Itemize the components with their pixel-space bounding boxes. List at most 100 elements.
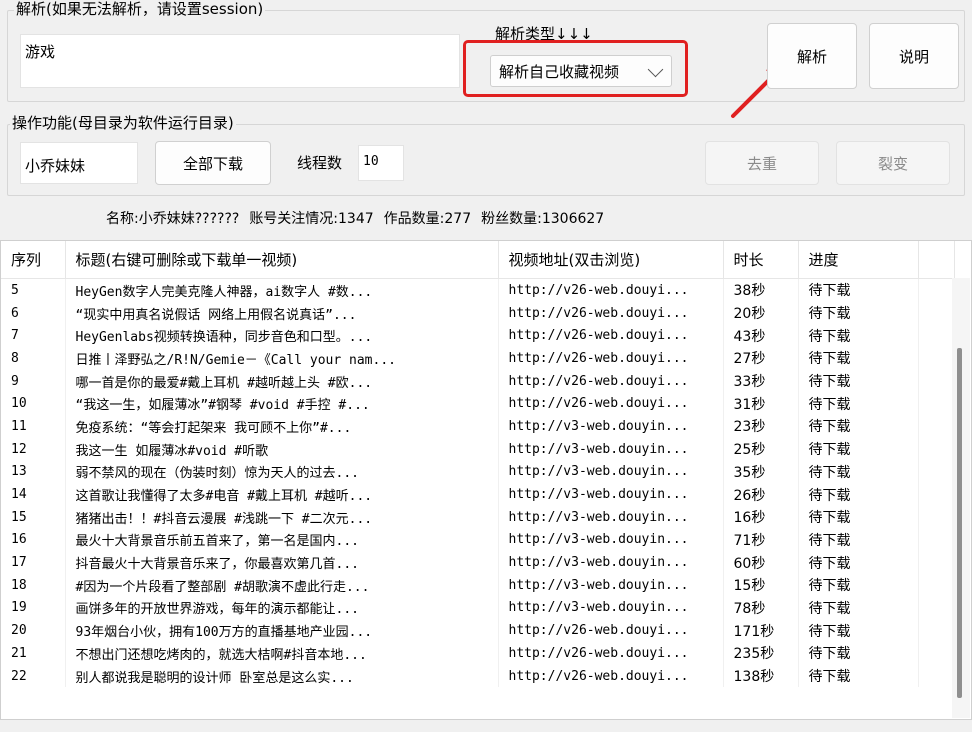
cell-url: http://v3-web.douyin... bbox=[498, 551, 724, 574]
cell-title: 不想出门还想吃烤肉的，就选大桔啊#抖音本地... bbox=[65, 642, 499, 665]
cell-progress: 待下载 bbox=[798, 392, 919, 416]
cell-duration: 60秒 bbox=[723, 551, 799, 574]
video-table[interactable]: 序列 标题(右键可删除或下载单一视频) 视频地址(双击浏览) 时长 进度 5 He… bbox=[0, 240, 972, 720]
table-row[interactable]: 19 画饼多年的开放世界游戏，每年的演示都能让... http://v3-web.d… bbox=[1, 596, 955, 620]
cell-progress: 待下载 bbox=[798, 347, 919, 370]
cell-spacer bbox=[918, 301, 955, 325]
cell-url: http://v26-web.douyi... bbox=[498, 347, 724, 370]
table-row[interactable]: 13 弱不禁风的现在（伪装时刻）惊为天人的过去... http://v3-web.d… bbox=[1, 460, 955, 484]
user-name-input[interactable]: 小乔妹妹 bbox=[20, 142, 138, 184]
col-header-title[interactable]: 标题(右键可删除或下载单一视频) bbox=[65, 241, 499, 279]
table-row[interactable]: 14 这首歌让我懂得了太多#电音 #戴上耳机 #越听... http://v3-we… bbox=[1, 483, 955, 506]
cell-duration: 78秒 bbox=[723, 596, 799, 620]
cell-spacer bbox=[918, 415, 955, 438]
cell-index: 19 bbox=[1, 596, 66, 620]
cell-title: 我这一生 如履薄冰#void #听歌 bbox=[65, 437, 499, 461]
cell-progress: 待下载 bbox=[798, 664, 919, 688]
cell-progress: 待下载 bbox=[798, 483, 919, 506]
table-row[interactable]: 8 日推丨泽野弘之/R!N/Gemie－《Call your nam... http… bbox=[1, 347, 955, 370]
parse-keyword-input[interactable]: 游戏 bbox=[20, 34, 460, 88]
cell-url: http://v26-web.douyi... bbox=[498, 278, 724, 302]
cell-index: 17 bbox=[1, 551, 66, 574]
table-row[interactable]: 9 哪一首是你的最爱#戴上耳机 #越听越上头 #欧... http://v26-we… bbox=[1, 369, 955, 393]
col-header-progress[interactable]: 进度 bbox=[798, 241, 919, 279]
cell-duration: 16秒 bbox=[723, 505, 799, 529]
cell-duration: 15秒 bbox=[723, 573, 799, 597]
table-row[interactable]: 15 猪猪出击！！#抖音云漫展 #浅跳一下 #二次元... http://v3-we… bbox=[1, 505, 955, 529]
cell-index: 11 bbox=[1, 415, 66, 438]
cell-title: “现实中用真名说假话 网络上用假名说真话”... bbox=[65, 301, 499, 325]
cell-spacer bbox=[918, 573, 955, 597]
cell-title: 别人都说我是聪明的设计师 卧室总是这么实... bbox=[65, 664, 499, 688]
cell-url: http://v3-web.douyin... bbox=[498, 483, 724, 506]
cell-index: 16 bbox=[1, 528, 66, 552]
cell-url: http://v26-web.douyi... bbox=[498, 301, 724, 325]
cell-duration: 23秒 bbox=[723, 415, 799, 438]
table-row[interactable]: 18 #因为一个片段看了整部剧 #胡歌演不虚此行走... http://v3-web… bbox=[1, 573, 955, 597]
parse-button[interactable]: 解析 bbox=[767, 23, 857, 89]
cell-title: 日推丨泽野弘之/R!N/Gemie－《Call your nam... bbox=[65, 347, 499, 370]
cell-spacer bbox=[918, 528, 955, 552]
cell-url: http://v3-web.douyin... bbox=[498, 596, 724, 620]
cell-spacer bbox=[918, 278, 955, 302]
table-row[interactable]: 20 93年烟台小伙，拥有100万方的直播基地产业园... http://v26-w… bbox=[1, 619, 955, 642]
table-row[interactable]: 6 “现实中用真名说假话 网络上用假名说真话”... http://v26-web.… bbox=[1, 301, 955, 325]
col-header-duration[interactable]: 时长 bbox=[723, 241, 799, 279]
cell-spacer bbox=[918, 392, 955, 416]
table-row[interactable]: 11 免疫系统：“等会打起架来 我可顾不上你”#... http://v3-web.… bbox=[1, 415, 955, 438]
cell-url: http://v3-web.douyin... bbox=[498, 415, 724, 438]
table-header: 序列 标题(右键可删除或下载单一视频) 视频地址(双击浏览) 时长 进度 bbox=[1, 241, 955, 279]
cell-duration: 43秒 bbox=[723, 324, 799, 348]
cell-index: 20 bbox=[1, 619, 66, 642]
cell-spacer bbox=[918, 347, 955, 370]
col-header-url[interactable]: 视频地址(双击浏览) bbox=[498, 241, 724, 279]
table-scrollbar[interactable] bbox=[952, 278, 970, 718]
cell-title: 免疫系统：“等会打起架来 我可顾不上你”#... bbox=[65, 415, 499, 438]
threads-input[interactable]: 10 bbox=[358, 145, 404, 181]
download-all-button[interactable]: 全部下载 bbox=[155, 141, 271, 185]
cell-progress: 待下载 bbox=[798, 551, 919, 574]
table-row[interactable]: 16 最火十大背景音乐前五首来了，第一名是国内... http://v3-web.d… bbox=[1, 528, 955, 552]
cell-progress: 待下载 bbox=[798, 573, 919, 597]
cell-duration: 138秒 bbox=[723, 664, 799, 688]
scrollbar-thumb[interactable] bbox=[957, 348, 962, 698]
cell-index: 15 bbox=[1, 505, 66, 529]
cell-title: 弱不禁风的现在（伪装时刻）惊为天人的过去... bbox=[65, 460, 499, 484]
cell-url: http://v3-web.douyin... bbox=[498, 460, 724, 484]
cell-progress: 待下载 bbox=[798, 415, 919, 438]
dedupe-button[interactable]: 去重 bbox=[705, 141, 819, 185]
chevron-down-icon bbox=[647, 61, 664, 77]
cell-spacer bbox=[918, 460, 955, 484]
cell-title: 最火十大背景音乐前五首来了，第一名是国内... bbox=[65, 528, 499, 552]
table-row[interactable]: 7 HeyGenlabs视频转换语种，同步音色和口型。... http://v26-… bbox=[1, 324, 955, 348]
col-header-index[interactable]: 序列 bbox=[1, 241, 66, 279]
cell-progress: 待下载 bbox=[798, 278, 919, 302]
cell-url: http://v26-web.douyi... bbox=[498, 392, 724, 416]
ops-group-title: 操作功能(母目录为软件运行目录) bbox=[10, 114, 236, 132]
table-row[interactable]: 22 别人都说我是聪明的设计师 卧室总是这么实... http://v26-web.… bbox=[1, 664, 955, 688]
cell-progress: 待下载 bbox=[798, 460, 919, 484]
table-row[interactable]: 12 我这一生 如履薄冰#void #听歌 http://v3-web.douyin… bbox=[1, 437, 955, 461]
cell-index: 9 bbox=[1, 369, 66, 393]
table-row[interactable]: 17 抖音最火十大背景音乐来了，你最喜欢第几首... http://v3-web.d… bbox=[1, 551, 955, 574]
table-row[interactable]: 10 “我这一生，如履薄冰”#钢琴 #void #手控 #... http://v2… bbox=[1, 392, 955, 416]
cell-index: 5 bbox=[1, 278, 66, 302]
cell-duration: 35秒 bbox=[723, 460, 799, 484]
parse-type-select[interactable]: 解析自己收藏视频 bbox=[490, 55, 672, 87]
cell-index: 18 bbox=[1, 573, 66, 597]
cell-index: 14 bbox=[1, 483, 66, 506]
cell-title: 画饼多年的开放世界游戏，每年的演示都能让... bbox=[65, 596, 499, 620]
cell-progress: 待下载 bbox=[798, 619, 919, 642]
cell-progress: 待下载 bbox=[798, 369, 919, 393]
cell-title: 抖音最火十大背景音乐来了，你最喜欢第几首... bbox=[65, 551, 499, 574]
account-follow: 账号关注情况:1347 bbox=[249, 211, 374, 227]
cell-url: http://v26-web.douyi... bbox=[498, 664, 724, 688]
fission-button[interactable]: 裂变 bbox=[836, 141, 950, 185]
cell-index: 8 bbox=[1, 347, 66, 370]
cell-duration: 38秒 bbox=[723, 278, 799, 302]
table-row[interactable]: 21 不想出门还想吃烤肉的，就选大桔啊#抖音本地... http://v26-web… bbox=[1, 642, 955, 665]
help-button[interactable]: 说明 bbox=[869, 23, 959, 89]
parse-type-selected: 解析自己收藏视频 bbox=[499, 62, 620, 81]
cell-index: 13 bbox=[1, 460, 66, 484]
table-row[interactable]: 5 HeyGen数字人完美克隆人神器，ai数字人 #数... http://v26-… bbox=[1, 278, 955, 302]
